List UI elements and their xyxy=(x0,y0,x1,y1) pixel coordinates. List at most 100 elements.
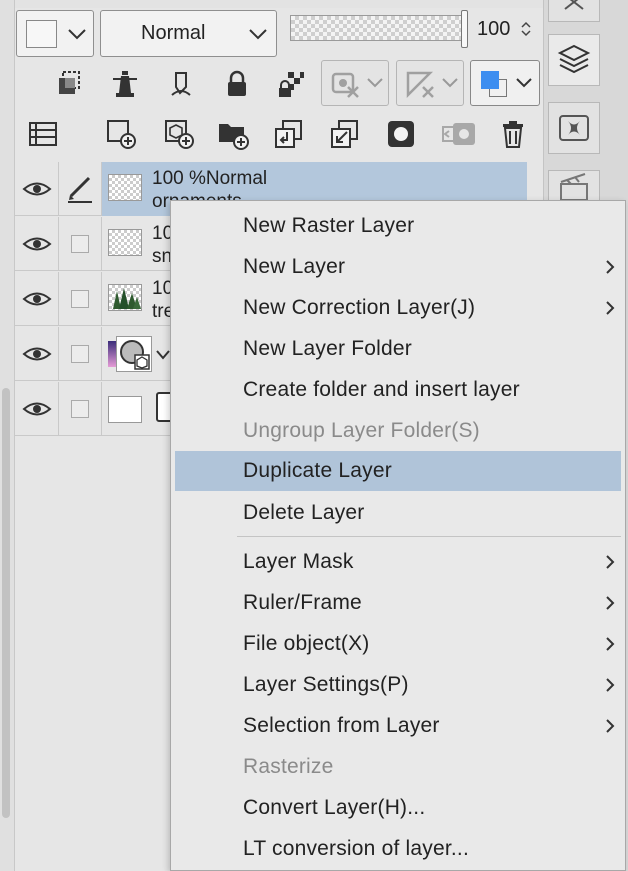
opacity-slider[interactable] xyxy=(290,15,466,41)
folder-thumbnail xyxy=(116,336,152,372)
layer-color-mode-dropdown[interactable] xyxy=(470,60,540,106)
chevron-right-icon xyxy=(606,555,615,569)
lock-transparent-icon[interactable] xyxy=(273,66,309,102)
spin-arrows-icon[interactable] xyxy=(521,21,531,37)
visibility-toggle[interactable] xyxy=(15,217,59,271)
visibility-toggle[interactable] xyxy=(15,162,59,216)
checkbox xyxy=(71,345,89,363)
merge-with-layer-below-icon[interactable] xyxy=(327,116,363,152)
layer-thumbnail xyxy=(108,174,142,201)
menu-item-lt-conversion[interactable]: LT conversion of layer... xyxy=(175,829,621,869)
chevron-right-icon xyxy=(606,301,615,315)
new-raster-layer-icon[interactable] xyxy=(103,116,139,152)
material-layer-icon xyxy=(120,340,150,370)
dock-button-layers[interactable] xyxy=(548,34,600,86)
menu-item-label: Ruler/Frame xyxy=(243,591,362,614)
menu-item-label: Layer Settings(P) xyxy=(243,673,409,696)
create-layer-mask-icon[interactable] xyxy=(383,116,419,152)
new-vector-layer-icon[interactable] xyxy=(161,116,197,152)
menu-item-label: LT conversion of layer... xyxy=(243,837,470,860)
material-icon xyxy=(559,115,589,141)
menu-item-label: Create folder and insert layer xyxy=(243,378,520,401)
menu-item-layer-settings[interactable]: Layer Settings(P) xyxy=(175,665,621,705)
opacity-slider-handle[interactable] xyxy=(461,10,468,48)
clipping-icon[interactable] xyxy=(53,66,89,102)
menu-item-label: Delete Layer xyxy=(243,501,365,524)
chevron-right-icon xyxy=(606,637,615,651)
chevron-right-icon xyxy=(606,260,615,274)
menu-item-selection-from-layer[interactable]: Selection from Layer xyxy=(175,706,621,746)
main-color-swatch xyxy=(481,71,499,89)
animation-icon xyxy=(560,173,588,200)
menu-item-layer-mask[interactable]: Layer Mask xyxy=(175,542,621,582)
edit-target-toggle[interactable] xyxy=(59,382,102,436)
menu-item-label: New Layer xyxy=(243,255,346,278)
chevron-down-icon xyxy=(367,78,383,88)
menu-item-duplicate-layer[interactable]: Duplicate Layer xyxy=(175,451,621,491)
lock-icon[interactable] xyxy=(219,66,255,102)
visibility-toggle[interactable] xyxy=(15,272,59,326)
gradient-thumbnail xyxy=(108,341,116,367)
chevron-down-icon xyxy=(442,78,458,88)
mask-enable-dropdown[interactable] xyxy=(321,60,389,106)
menu-item-file-object[interactable]: File object(X) xyxy=(175,624,621,664)
menu-item-new-layer-folder[interactable]: New Layer Folder xyxy=(175,329,621,369)
paper-thumbnail xyxy=(108,396,142,423)
menu-item-rasterize: Rasterize xyxy=(175,747,621,787)
edit-target-toggle[interactable] xyxy=(59,272,102,326)
visibility-toggle[interactable] xyxy=(15,327,59,381)
layer-color-dropdown[interactable] xyxy=(16,10,94,57)
eye-icon xyxy=(21,347,52,361)
checkbox xyxy=(71,400,89,418)
dock-button-material[interactable] xyxy=(548,102,600,154)
menu-item-new-raster-layer[interactable]: New Raster Layer xyxy=(175,206,621,246)
menu-item-label: Layer Mask xyxy=(243,550,354,573)
pen-icon xyxy=(68,176,92,203)
apply-mask-icon xyxy=(439,116,479,152)
menu-item-label: New Layer Folder xyxy=(243,337,412,360)
trees-thumbnail-icon xyxy=(113,288,141,309)
chevron-down-icon xyxy=(516,78,532,88)
edit-target-toggle[interactable] xyxy=(59,217,102,271)
menu-item-new-correction-layer[interactable]: New Correction Layer(J) xyxy=(175,288,621,328)
chevron-right-icon xyxy=(606,596,615,610)
menu-item-label: New Raster Layer xyxy=(243,214,415,237)
layers-icon xyxy=(557,44,591,74)
new-folder-icon[interactable] xyxy=(215,116,251,152)
menu-item-new-layer[interactable]: New Layer xyxy=(175,247,621,287)
visibility-toggle[interactable] xyxy=(15,382,59,436)
chevron-down-icon xyxy=(68,29,86,40)
opacity-value[interactable]: 100 xyxy=(477,18,510,41)
eye-icon xyxy=(21,402,52,416)
menu-item-label: Convert Layer(H)... xyxy=(243,796,426,819)
delete-layer-icon[interactable] xyxy=(495,116,531,152)
checkbox xyxy=(71,290,89,308)
layer-thumbnail xyxy=(108,229,142,256)
eye-icon xyxy=(21,182,52,196)
edit-target-toggle[interactable] xyxy=(59,327,102,381)
dock-button-top[interactable] xyxy=(548,0,600,22)
chevron-down-icon xyxy=(249,29,267,40)
menu-item-ungroup-layer-folder: Ungroup Layer Folder(S) xyxy=(175,411,621,451)
chevron-right-icon xyxy=(606,678,615,692)
chevron-right-icon xyxy=(606,719,615,733)
chevron-down-icon[interactable] xyxy=(155,349,171,361)
menu-item-delete-layer[interactable]: Delete Layer xyxy=(175,493,621,533)
ruler-enable-dropdown[interactable] xyxy=(396,60,464,106)
eye-icon xyxy=(21,237,52,251)
dock-button-animation[interactable] xyxy=(548,170,600,201)
blend-mode-select[interactable]: Normal xyxy=(100,10,277,57)
layer-property-icon[interactable] xyxy=(25,116,61,152)
reference-layer-icon[interactable] xyxy=(107,66,143,102)
draft-layer-icon[interactable] xyxy=(163,66,199,102)
menu-item-convert-layer[interactable]: Convert Layer(H)... xyxy=(175,788,621,828)
menu-item-label: Rasterize xyxy=(243,755,334,778)
left-scrollbar-thumb[interactable] xyxy=(2,388,10,818)
menu-item-ruler-frame[interactable]: Ruler/Frame xyxy=(175,583,621,623)
transfer-to-lower-layer-icon[interactable] xyxy=(271,116,307,152)
menu-item-label: New Correction Layer(J) xyxy=(243,296,476,319)
edit-target-toggle[interactable] xyxy=(59,162,102,216)
menu-item-create-folder-insert-layer[interactable]: Create folder and insert layer xyxy=(175,370,621,410)
menu-item-label: Selection from Layer xyxy=(243,714,440,737)
layer-context-menu: New Raster Layer New Layer New Correctio… xyxy=(170,200,626,871)
